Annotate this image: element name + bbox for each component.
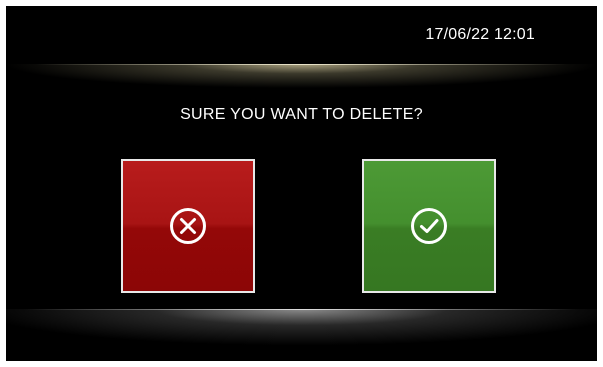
device-screen: 17/06/22 12:01 SURE YOU WANT TO DELETE? — [6, 6, 597, 361]
datetime-display: 17/06/22 12:01 — [425, 26, 535, 43]
bottom-divider-glow — [6, 309, 597, 361]
delete-confirmation-question: SURE YOU WANT TO DELETE? — [180, 106, 423, 123]
top-divider-glow — [6, 64, 597, 104]
top-divider — [36, 64, 567, 65]
check-circle-icon — [411, 208, 447, 244]
close-circle-icon — [170, 208, 206, 244]
bottom-divider — [26, 309, 577, 310]
cancel-button[interactable] — [121, 159, 255, 293]
confirm-delete-button[interactable] — [362, 159, 496, 293]
